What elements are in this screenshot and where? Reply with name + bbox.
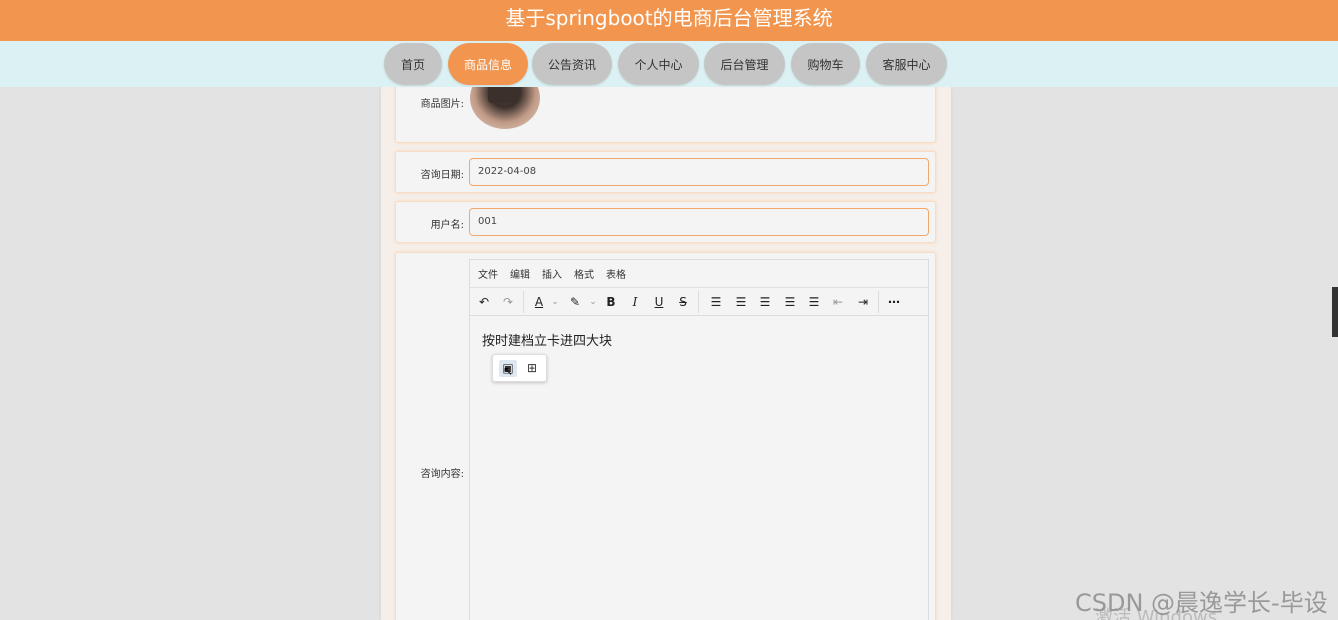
highlight-icon[interactable]: ✎ xyxy=(566,293,584,311)
italic-icon[interactable]: I xyxy=(626,293,644,311)
username-row: 用户名: 001 xyxy=(395,201,936,243)
menu-file[interactable]: 文件 xyxy=(478,266,498,281)
undo-icon[interactable]: ↶ xyxy=(475,293,493,311)
content-label: 咨询内容: xyxy=(420,469,464,480)
underline-icon[interactable]: U xyxy=(650,293,668,311)
date-row: 咨询日期: 2022-04-08 xyxy=(395,151,936,193)
more-icon[interactable]: ⋯ xyxy=(885,293,903,311)
username-field[interactable]: 001 xyxy=(469,208,929,236)
editor-content[interactable]: 按时建档立卡进四大块 xyxy=(482,330,612,349)
content-row: 咨询内容: 文件 编辑 插入 格式 表格 ↶ ↷ A ⌄ ✎ ⌄ B I U S… xyxy=(395,252,936,620)
menu-edit[interactable]: 编辑 xyxy=(510,266,530,281)
align-right-icon[interactable]: ☰ xyxy=(781,293,799,311)
nav-item-cart[interactable]: 购物车 xyxy=(791,43,860,85)
app-title: 基于springboot的电商后台管理系统 xyxy=(505,6,833,30)
csdn-watermark: CSDN @晨逸学长-毕设 xyxy=(1075,589,1328,617)
image-label: 商品图片: xyxy=(420,99,464,110)
indent-icon[interactable]: ⇥ xyxy=(854,293,872,311)
nav-item-news[interactable]: 公告资讯 xyxy=(532,43,612,85)
menu-format[interactable]: 格式 xyxy=(574,266,594,281)
align-left-icon[interactable]: ☰ xyxy=(732,293,750,311)
mouse-cursor-icon: ↖ xyxy=(503,364,514,378)
image-row: 商品图片: xyxy=(395,67,936,143)
align-justify-icon[interactable]: ☰ xyxy=(805,293,823,311)
text-color-dropdown-icon[interactable]: ⌄ xyxy=(546,293,564,311)
bold-icon[interactable]: B xyxy=(602,293,620,311)
date-field[interactable]: 2022-04-08 xyxy=(469,158,929,186)
strikethrough-icon[interactable]: S xyxy=(674,293,692,311)
nav-item-profile[interactable]: 个人中心 xyxy=(618,43,699,85)
date-label: 咨询日期: xyxy=(420,170,464,181)
top-nav: 首页 商品信息 公告资讯 个人中心 后台管理 购物车 客服中心 xyxy=(0,41,1338,87)
editor-toolbar: ↶ ↷ A ⌄ ✎ ⌄ B I U S ☰ ☰ ☰ ☰ ☰ ⇤ ⇥ ⋯ xyxy=(470,288,928,316)
nav-item-admin[interactable]: 后台管理 xyxy=(704,43,785,85)
outdent-icon[interactable]: ⇤ xyxy=(829,293,847,311)
redo-icon[interactable]: ↷ xyxy=(499,293,517,311)
quick-insert-toolbar: ▣ ⊞ ↖ xyxy=(492,354,547,382)
insert-table-icon[interactable]: ⊞ xyxy=(523,360,541,377)
nav-item-products[interactable]: 商品信息 xyxy=(448,43,528,85)
menu-insert[interactable]: 插入 xyxy=(542,266,562,281)
editor-menubar: 文件 编辑 插入 格式 表格 xyxy=(470,260,928,288)
line-height-icon[interactable]: ☰ xyxy=(707,293,725,311)
highlight-dropdown-icon[interactable]: ⌄ xyxy=(584,293,602,311)
nav-item-service[interactable]: 客服中心 xyxy=(866,43,947,85)
side-scroll-tab[interactable] xyxy=(1332,287,1338,337)
app-header: 基于springboot的电商后台管理系统 xyxy=(0,0,1338,41)
username-label: 用户名: xyxy=(430,220,464,231)
align-center-icon[interactable]: ☰ xyxy=(756,293,774,311)
nav-item-home[interactable]: 首页 xyxy=(384,43,442,85)
rich-text-editor[interactable]: 文件 编辑 插入 格式 表格 ↶ ↷ A ⌄ ✎ ⌄ B I U S ☰ ☰ ☰… xyxy=(469,259,929,620)
menu-table[interactable]: 表格 xyxy=(606,266,626,281)
